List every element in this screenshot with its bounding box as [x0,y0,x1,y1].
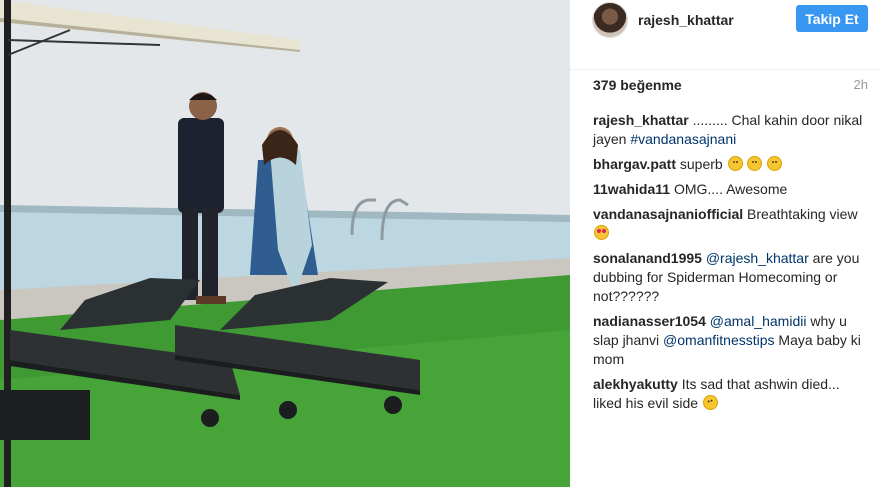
comment-author[interactable]: bhargav.patt [593,156,676,172]
comment: alekhyakutty Its sad that ashwin died...… [593,375,868,413]
post-photo [0,0,570,487]
post-author-username[interactable]: rajesh_khattar [638,12,734,28]
hashtag-link[interactable]: #vandanasajnani [630,131,736,147]
likes-count[interactable]: 379 beğenme [593,77,682,93]
follow-button[interactable]: Takip Et [796,5,868,32]
mention-link[interactable]: @rajesh_khattar [706,250,809,266]
mention-link[interactable]: @omanfitnesstips [663,332,774,348]
smile-icon [727,156,743,171]
comment-text: superb [675,156,727,172]
post-photo-image [0,0,570,487]
weary-face-icon [701,393,720,412]
post-header: rajesh_khattar Takip Et [570,0,880,70]
avatar[interactable] [592,2,628,38]
comment-text: Breathtaking view [743,206,858,222]
comment: vandanasajnaniofficial Breathtaking view [593,205,868,243]
smile-icon [767,156,783,171]
comment-author[interactable]: 11wahida11 [593,181,670,197]
comment-list: rajesh_khattar ......... Chal kahin door… [593,111,868,419]
comment: 11wahida11 OMG.... Awesome [593,180,868,199]
post-stats: 379 beğenme 2h [593,77,868,95]
smile-icon [747,156,763,171]
comment-author[interactable]: nadianasser1054 [593,313,706,329]
mention-link[interactable]: @amal_hamidii [710,313,807,329]
comment-author[interactable]: vandanasajnaniofficial [593,206,743,222]
post-time[interactable]: 2h [854,77,868,92]
post-side-panel: rajesh_khattar Takip Et 379 beğenme 2h r… [570,0,880,487]
comment-author[interactable]: alekhyakutty [593,376,678,392]
comment: sonalanand1995 @rajesh_khattar are you d… [593,249,868,306]
comment-author[interactable]: rajesh_khattar [593,112,689,128]
comment-author[interactable]: sonalanand1995 [593,250,702,266]
comment: nadianasser1054 @amal_hamidii why u slap… [593,312,868,369]
comment: rajesh_khattar ......... Chal kahin door… [593,111,868,149]
comment-text: OMG.... Awesome [670,181,788,197]
comment: bhargav.patt superb [593,155,868,174]
heart-eyes-icon [594,225,609,240]
